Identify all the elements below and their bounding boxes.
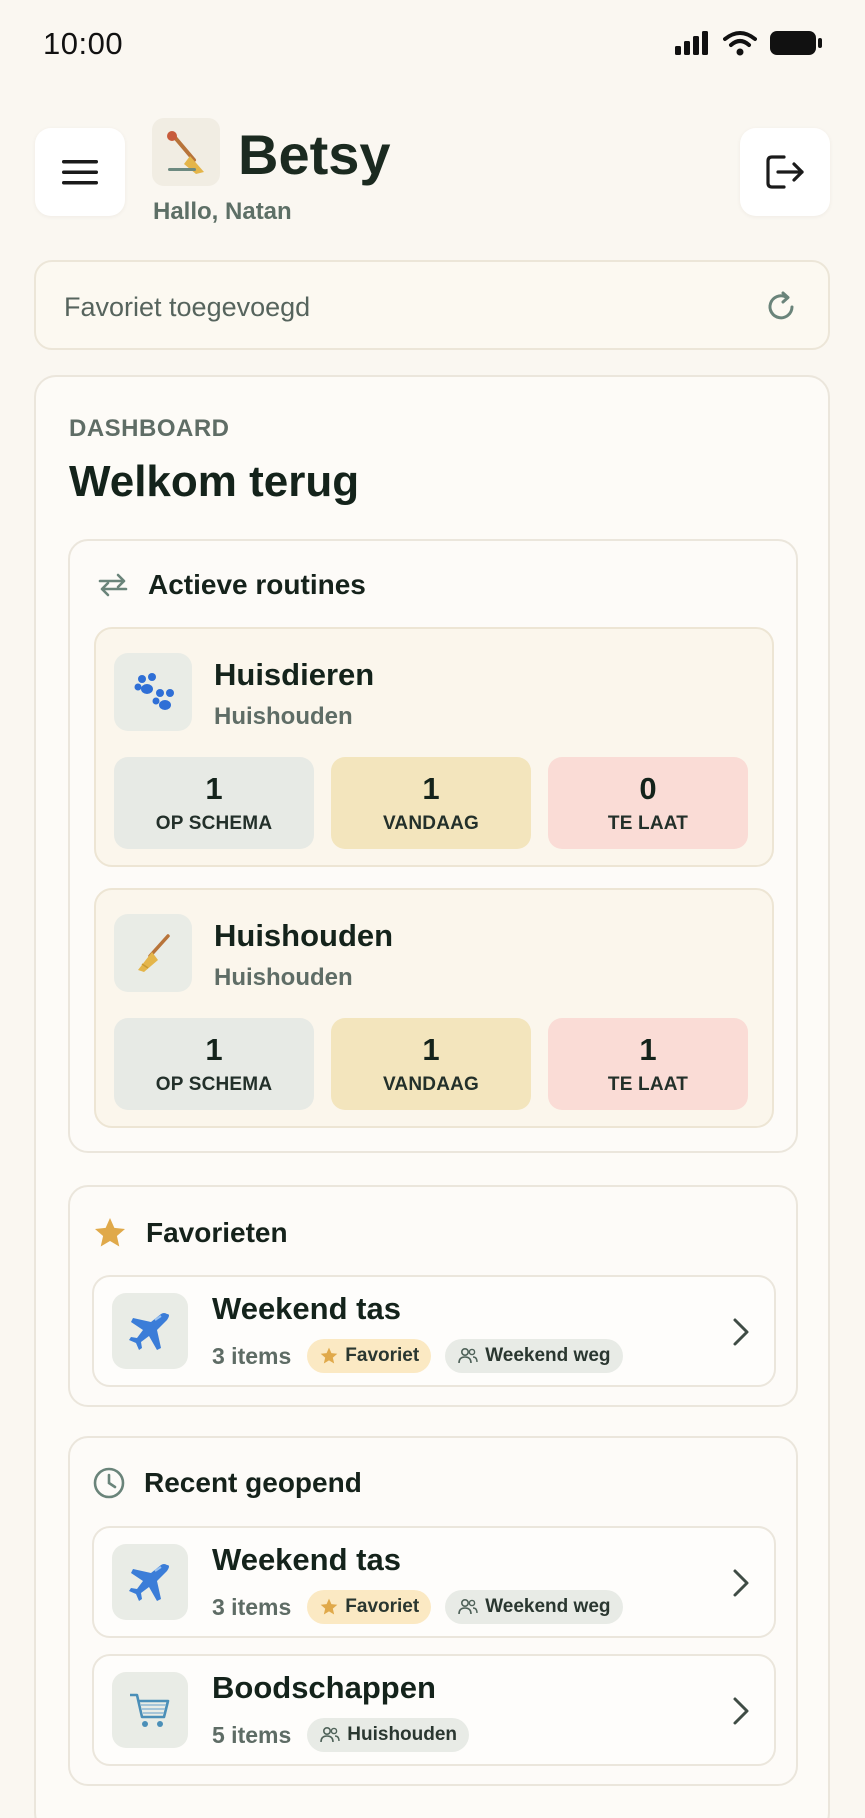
item-count: 5 items: [212, 1721, 292, 1748]
item-title: Weekend tas: [212, 1291, 401, 1326]
routines-header: Actieve routines: [96, 569, 366, 601]
favorites-header: Favorieten: [92, 1215, 288, 1251]
item-count: 3 items: [212, 1342, 292, 1369]
users-icon: [458, 1598, 478, 1615]
app-title: Betsy: [238, 123, 391, 186]
airplane-icon: [112, 1544, 188, 1620]
stat-label: OP SCHEMA: [155, 1074, 273, 1095]
stat-value: 1: [422, 1032, 440, 1067]
item-count: 3 items: [212, 1593, 292, 1620]
routine-category: Huishouden: [214, 703, 353, 730]
stat-label: TE LAAT: [607, 1074, 689, 1095]
list-item-weekend-tas[interactable]: Weekend tas 3 items Favoriet Weekend weg: [92, 1275, 776, 1387]
wifi-icon: [723, 31, 757, 56]
stat-today: 1 VANDAAG: [331, 1018, 531, 1110]
item-meta: 3 items Favoriet Weekend weg: [212, 1339, 623, 1373]
chip-label: Huishouden: [347, 1724, 458, 1745]
stat-value: 1: [205, 1032, 223, 1067]
refresh-button[interactable]: [764, 290, 798, 329]
repeat-icon: [98, 573, 128, 597]
stat-label: VANDAAG: [382, 813, 480, 834]
dashboard-eyebrow: DASHBOARD: [69, 415, 230, 442]
status-time: 10:00: [43, 26, 124, 61]
stat-overdue: 1 TE LAAT: [548, 1018, 748, 1110]
routines-section: Actieve routines Huisdieren Huishouden 1…: [68, 539, 798, 1153]
paw-icon: [114, 653, 192, 731]
greeting: Hallo, Natan: [153, 198, 292, 225]
stat-on-schedule: 1 OP SCHEMA: [114, 1018, 314, 1110]
stat-label: VANDAAG: [382, 1074, 480, 1095]
broom-icon: [114, 914, 192, 992]
routine-card-huisdieren[interactable]: Huisdieren Huishouden 1 OP SCHEMA 1 VAND…: [94, 627, 774, 867]
users-icon: [320, 1726, 340, 1743]
chip-label: Weekend weg: [485, 1596, 611, 1617]
favorite-chip: Favoriet: [307, 1339, 432, 1373]
group-chip: Huishouden: [307, 1718, 470, 1752]
chevron-right-icon: [733, 1318, 749, 1346]
routine-stats: 1 OP SCHEMA 1 VANDAAG 1 TE LAAT: [114, 1018, 748, 1110]
broom-logo-icon: [167, 131, 204, 174]
list-item-weekend-tas[interactable]: Weekend tas 3 items Favoriet Weekend weg: [92, 1526, 776, 1638]
users-icon: [458, 1347, 478, 1364]
favorites-section: Favorieten Weekend tas 3 items Favoriet …: [68, 1185, 798, 1407]
routine-name: Huishouden: [214, 918, 394, 953]
battery-icon: [770, 31, 822, 55]
airplane-icon: [112, 1293, 188, 1369]
recent-header: Recent geopend: [92, 1466, 362, 1500]
item-title: Weekend tas: [212, 1542, 401, 1577]
routines-title: Actieve routines: [148, 569, 366, 600]
favorites-title: Favorieten: [146, 1217, 288, 1248]
chip-label: Weekend weg: [485, 1345, 611, 1366]
stat-overdue: 0 TE LAAT: [548, 757, 748, 849]
stat-value: 1: [639, 1032, 657, 1067]
favorite-chip: Favoriet: [307, 1590, 432, 1624]
star-icon: [95, 1218, 125, 1247]
toast-message: Favoriet toegevoegd: [64, 292, 311, 322]
item-meta: 3 items Favoriet Weekend weg: [212, 1590, 623, 1624]
stat-label: OP SCHEMA: [155, 813, 273, 834]
status-bar: 10:00: [0, 0, 865, 92]
menu-button[interactable]: [35, 128, 125, 216]
chevron-right-icon: [733, 1697, 749, 1725]
star-icon: [320, 1347, 338, 1364]
star-icon: [320, 1598, 338, 1615]
routine-stats: 1 OP SCHEMA 1 VANDAAG 0 TE LAAT: [114, 757, 748, 849]
page-title: Welkom terug: [69, 457, 360, 506]
app-logo: [152, 118, 220, 186]
hamburger-menu-icon: [62, 160, 98, 185]
dashboard-card: DASHBOARD Welkom terug Actieve routines …: [34, 375, 830, 1818]
stat-on-schedule: 1 OP SCHEMA: [114, 757, 314, 849]
clock-icon: [93, 1467, 125, 1499]
stat-value: 0: [639, 771, 657, 806]
chevron-right-icon: [733, 1569, 749, 1597]
stat-value: 1: [205, 771, 223, 806]
stat-today: 1 VANDAAG: [331, 757, 531, 849]
recent-section: Recent geopend Weekend tas 3 items Favor…: [68, 1436, 798, 1786]
chip-label: Favoriet: [345, 1345, 420, 1366]
logout-button[interactable]: [740, 128, 830, 216]
chip-label: Favoriet: [345, 1596, 420, 1617]
item-meta: 5 items Huishouden: [212, 1718, 470, 1752]
recent-title: Recent geopend: [144, 1467, 362, 1498]
group-chip: Weekend weg: [445, 1590, 623, 1624]
routine-name: Huisdieren: [214, 657, 375, 692]
stat-value: 1: [422, 771, 440, 806]
shopping-cart-icon: [112, 1672, 188, 1748]
status-icons: [675, 30, 823, 56]
group-chip: Weekend weg: [445, 1339, 623, 1373]
stat-label: TE LAAT: [607, 813, 689, 834]
routine-category: Huishouden: [214, 964, 353, 991]
logout-icon: [766, 155, 804, 189]
refresh-icon: [768, 291, 794, 320]
toast-banner: Favoriet toegevoegd: [34, 260, 830, 350]
item-title: Boodschappen: [212, 1670, 436, 1705]
cellular-signal-icon: [675, 31, 708, 55]
app-header: Betsy Hallo, Natan: [0, 118, 865, 238]
list-item-boodschappen[interactable]: Boodschappen 5 items Huishouden: [92, 1654, 776, 1766]
routine-card-huishouden[interactable]: Huishouden Huishouden 1 OP SCHEMA 1 VAND…: [94, 888, 774, 1128]
